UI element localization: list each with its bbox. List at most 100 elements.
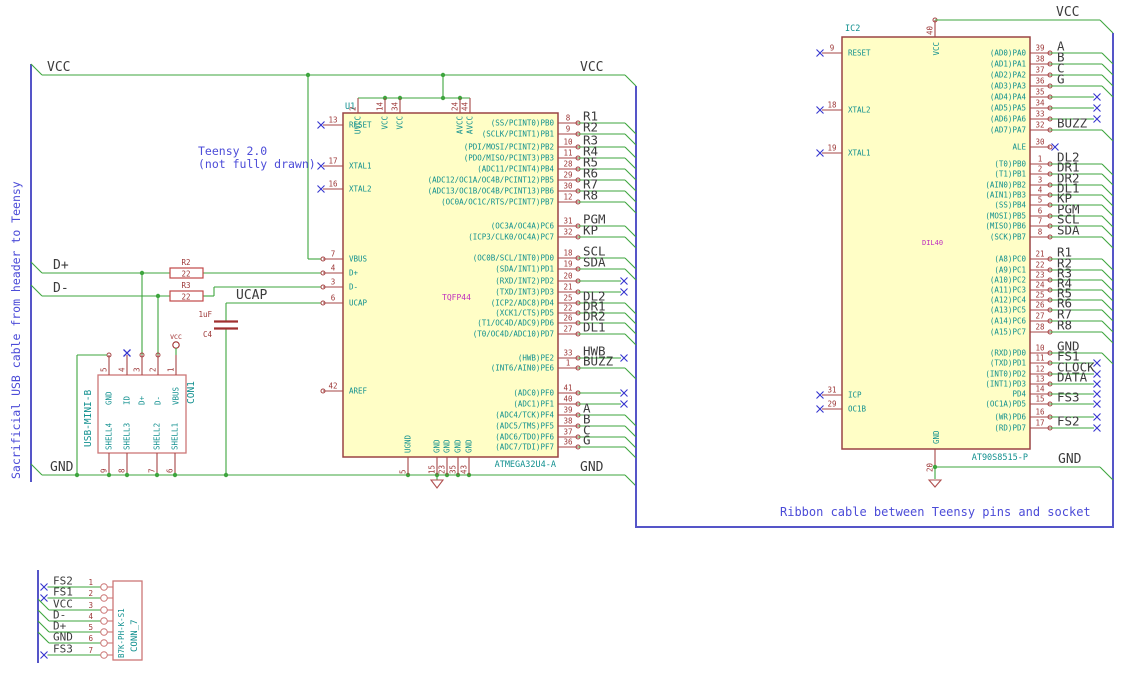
component-part: B7K-PH-K-S1	[117, 608, 126, 658]
pin-number: 34	[1035, 99, 1045, 108]
net-label: D-	[53, 281, 69, 296]
ic2-pins-pa: 39(AD0)PA0 A38(AD1)PA1 B37(AD2)PA2 C36(AD3)…	[990, 39, 1114, 142]
teensy-note-line2: (not fully drawn)	[198, 157, 316, 171]
component-value: 22	[181, 270, 190, 279]
component-footprint: TQFP44	[442, 293, 471, 302]
pin-name: VBUS	[349, 255, 368, 264]
pin-number: 22	[563, 304, 572, 313]
component-footprint: DIL40	[922, 239, 943, 247]
bus-entry	[1101, 173, 1114, 186]
pin-number: 39	[563, 406, 572, 415]
net-label: R8	[1057, 318, 1072, 333]
pin-number: 31	[827, 386, 836, 395]
pin-number: 1	[88, 578, 93, 587]
pin-number: 6	[1038, 207, 1043, 216]
pin-name: VCC	[381, 116, 390, 130]
pin-name: (HWB)PE2	[518, 354, 554, 363]
pin-number: 38	[1035, 55, 1045, 64]
pin-number: 5	[399, 469, 408, 474]
pin-name: (A13)PC5	[990, 306, 1026, 315]
pin-number: 19	[827, 144, 836, 153]
bus-entry	[624, 74, 637, 87]
pin-number: 12	[1035, 365, 1044, 374]
net-label: SDA	[583, 255, 606, 270]
ic2-pins-pc: 21(A8)PC0 R122(A9)PC1 R223(A10)PC2 R324(A11…	[990, 245, 1114, 344]
pin-name: (TXD/INT3)PD3	[495, 288, 554, 297]
pin-number: 11	[1035, 354, 1044, 363]
junction	[440, 72, 446, 78]
pin-number: 5	[88, 623, 93, 632]
pin-number: 30	[1035, 138, 1045, 147]
pin-number: 8	[566, 114, 571, 123]
bus-entry	[624, 122, 637, 135]
bus-entry	[1101, 289, 1114, 302]
component-ref: R3	[181, 281, 190, 290]
bus-entry	[1101, 52, 1114, 65]
pin-number: 15	[428, 465, 437, 474]
pin-name: SHELL3	[123, 423, 132, 450]
bus-entry	[624, 257, 637, 270]
bus-entry	[30, 284, 43, 297]
pin-name: (ICP2/ADC8)PD4	[491, 299, 555, 308]
pin-name: (OC0A/OC1C/RTS/PCINT7)PB7	[441, 198, 554, 207]
pin-number: 25	[563, 294, 572, 303]
pin-number: 1	[566, 359, 571, 368]
pin-number: 16	[328, 180, 338, 189]
pin-name: (PDO/MISO/PCINT3)PB3	[464, 154, 554, 163]
bus-entry	[1101, 204, 1114, 217]
u1-pins-pf: 41(ADC0)PF040(ADC1)PF139(ADC4/TCK)PF4 A38…	[495, 384, 637, 459]
net-label: SDA	[1057, 223, 1080, 238]
bus-entry	[624, 179, 637, 192]
pin-number: 8	[118, 468, 127, 473]
pin-name: SHELL4	[105, 422, 114, 450]
bus-entry	[624, 201, 637, 214]
pin-number: 17	[1035, 419, 1044, 428]
pin-number: 7	[331, 250, 336, 259]
bus-entry	[624, 474, 637, 487]
pin-number: 1	[1038, 155, 1043, 164]
pin-name: (AD5)PA5	[990, 104, 1026, 113]
pin-number: 12	[563, 193, 572, 202]
pin-name: (AD2)PA2	[990, 71, 1026, 80]
net-label: GND	[50, 460, 74, 475]
pin-number: 37	[563, 428, 572, 437]
ic2-pins-pb: 1(T0)PB0 DL22(T1)PB1 DR13(AIN0)PB2 DR24(AIN…	[985, 150, 1114, 249]
pin-number: 17	[328, 157, 337, 166]
pin-row: FS2 1	[40, 575, 113, 591]
pin-number: 4	[1038, 186, 1043, 195]
pin-number: 3	[88, 601, 93, 610]
junction	[74, 472, 80, 478]
pin-number: 9	[566, 125, 571, 134]
pin-name: XTAL2	[848, 106, 871, 115]
pin-end	[100, 617, 108, 625]
junction	[440, 95, 446, 101]
pin-number: 24	[1035, 281, 1045, 290]
pin-number: 34	[391, 101, 400, 111]
pin-name: GND	[932, 430, 941, 444]
bus-entry	[624, 425, 637, 438]
pin-end	[100, 583, 108, 591]
pin-number: 8	[1038, 228, 1043, 237]
pin-name: (A8)PC0	[994, 255, 1026, 264]
pin-number: 3	[133, 367, 142, 372]
bus-entry	[1101, 236, 1114, 249]
pin-number: 9	[830, 44, 835, 53]
net-label: GND	[1058, 452, 1082, 467]
pin-name: GND	[433, 439, 442, 453]
pin-name: XTAL1	[349, 162, 372, 171]
net-label: VCC	[47, 60, 70, 75]
component-part: USB-MINI-B	[83, 390, 94, 447]
pin-name: ID	[123, 395, 132, 405]
pin-number: 14	[376, 101, 385, 111]
bus-entry	[624, 414, 637, 427]
pin-name: (AD7)PA7	[990, 126, 1026, 135]
bus-entry	[1101, 85, 1114, 98]
pin-name: (INT0)PD2	[985, 370, 1026, 379]
junction	[172, 472, 178, 478]
net-label: FS3	[53, 643, 73, 656]
pin-name: D+	[349, 269, 359, 278]
pin-name: ICP	[848, 391, 862, 400]
bus-entry	[624, 236, 637, 249]
junction	[155, 293, 161, 299]
junction	[124, 472, 130, 478]
